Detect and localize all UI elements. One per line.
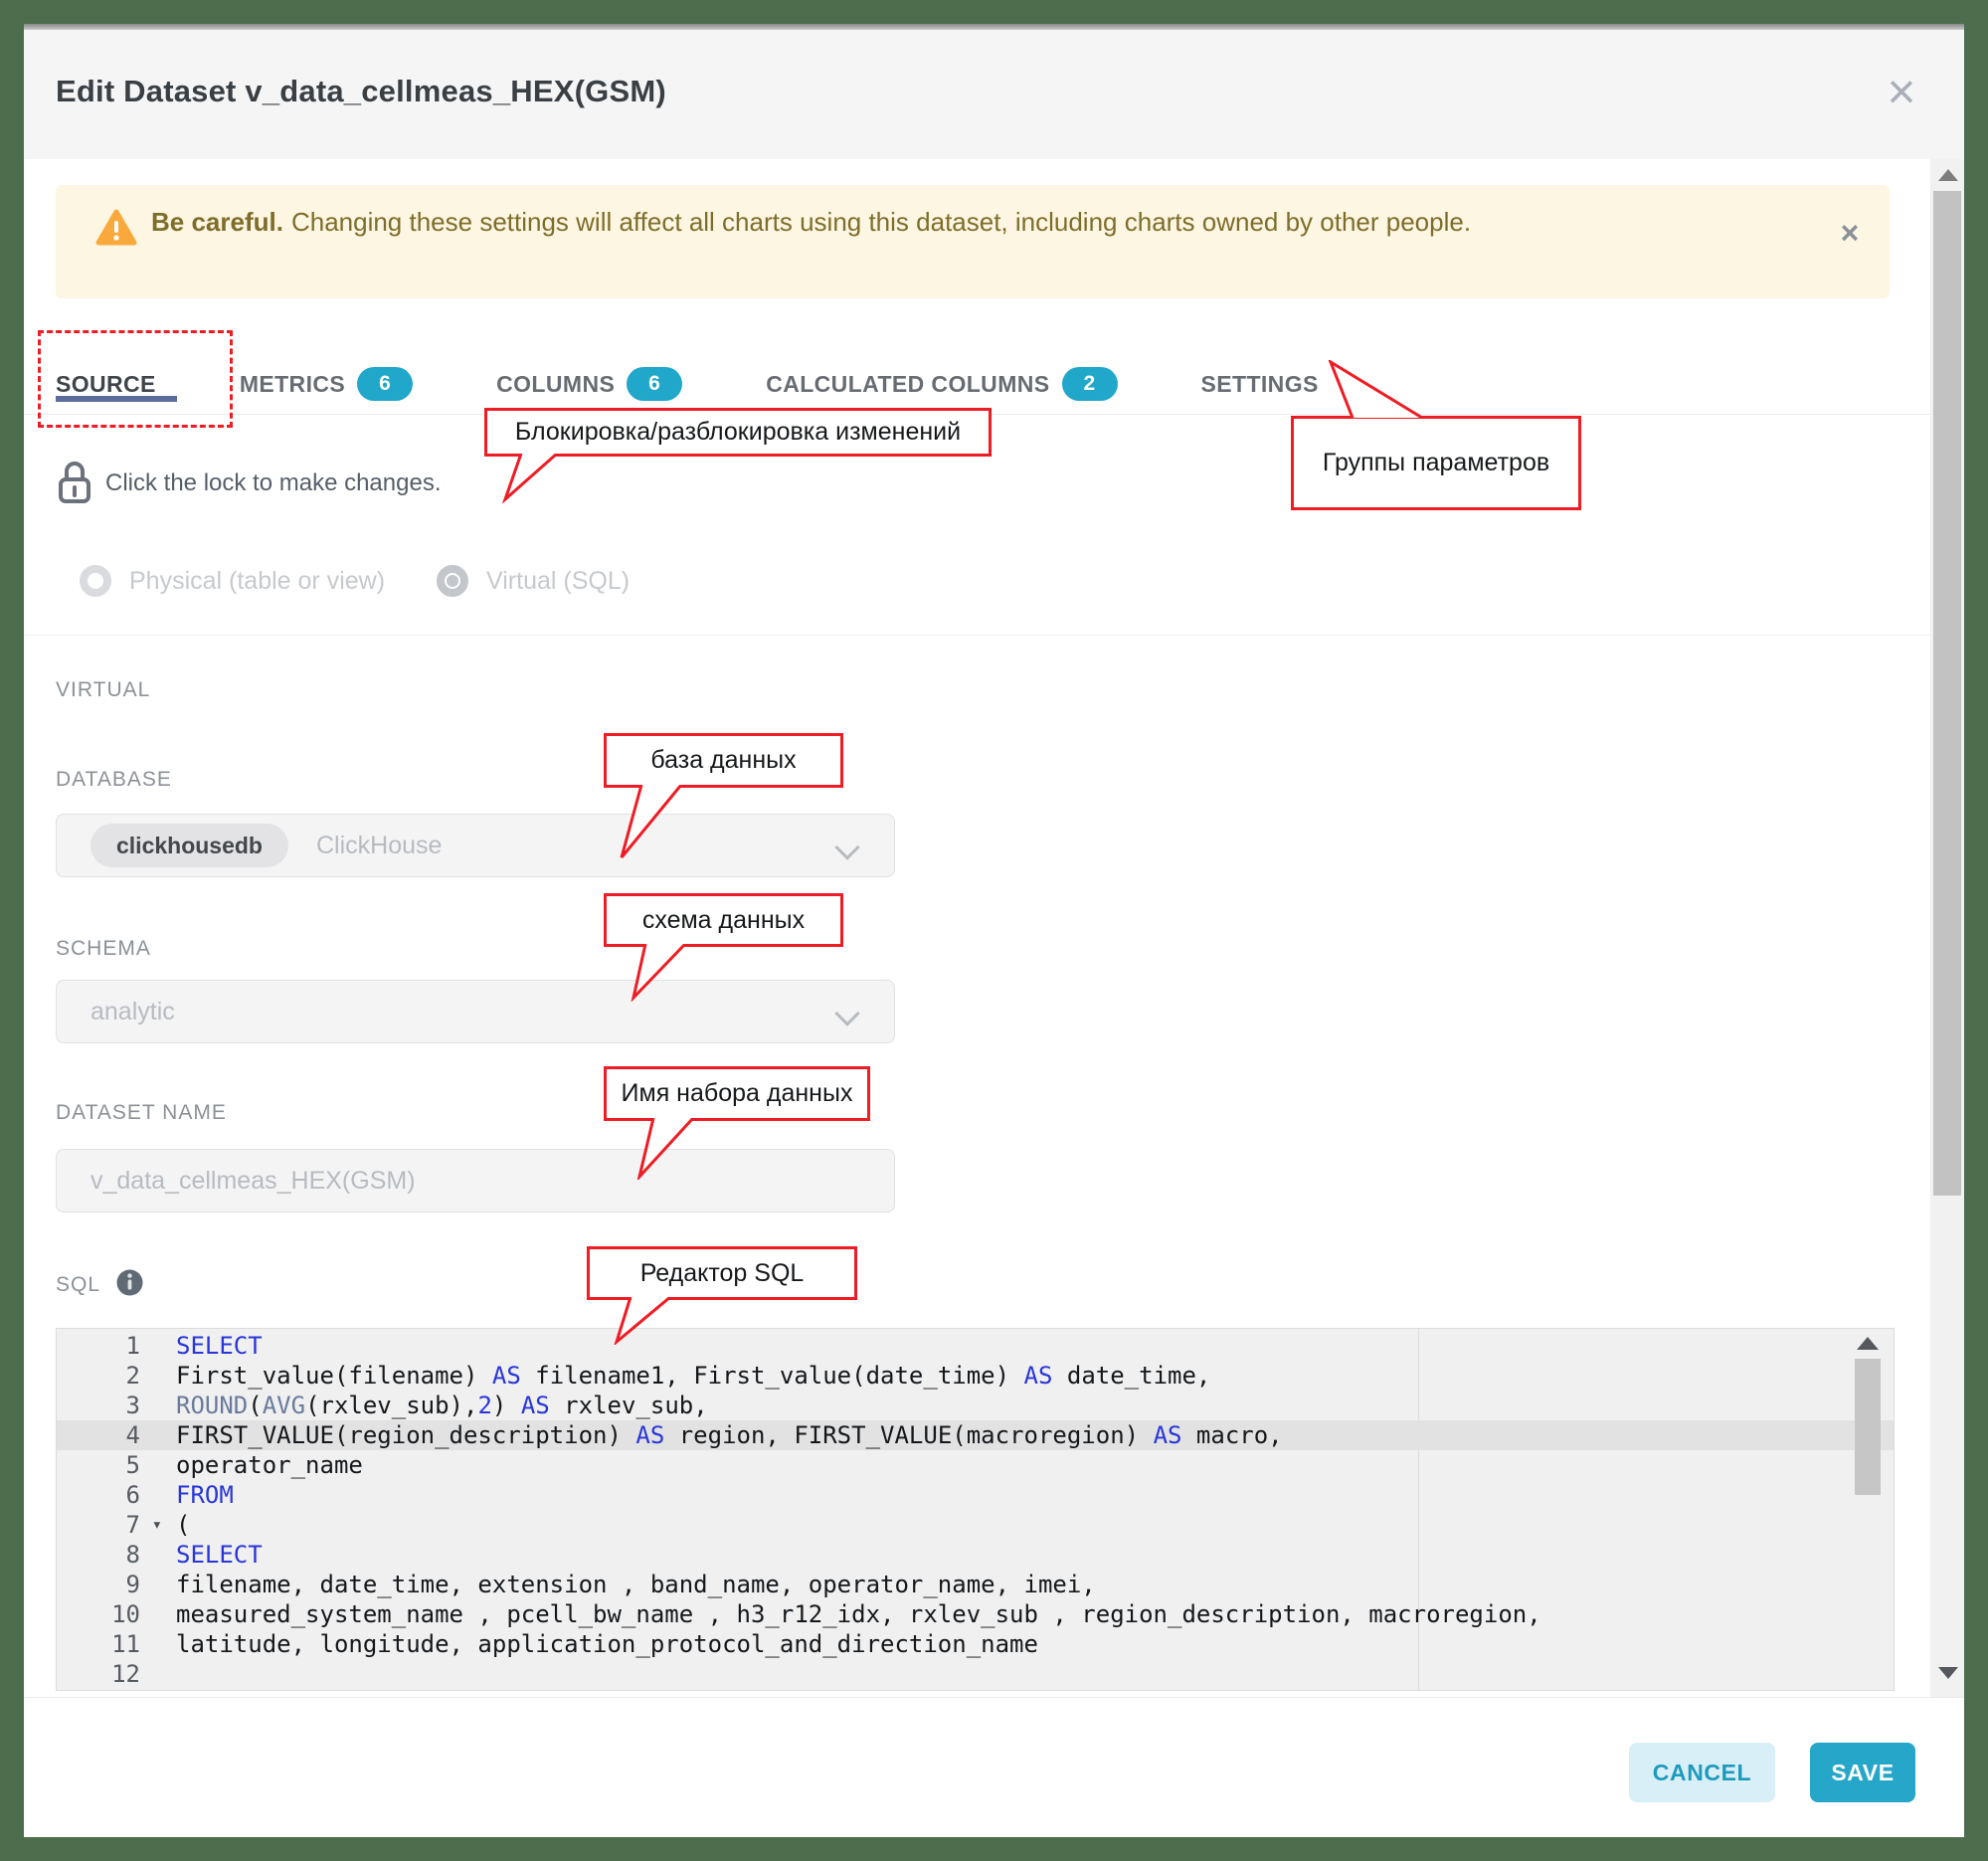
warning-text-bold: Be careful. (151, 207, 283, 237)
sql-line: 4FIRST_VALUE(region_description) AS regi… (57, 1420, 1894, 1450)
sql-line: 11latitude, longitude, application_proto… (57, 1629, 1894, 1659)
sql-label-row: SQL (56, 1269, 143, 1301)
sql-line: 12 (57, 1659, 1894, 1689)
sql-line: 9filename, date_time, extension , band_n… (57, 1570, 1894, 1599)
chevron-down-icon (834, 835, 859, 859)
annotation-database-tail (616, 785, 690, 862)
screenshot-canvas: Edit Dataset v_data_cellmeas_HEX(GSM) × … (0, 0, 1988, 1861)
sql-label: SQL (56, 1273, 100, 1297)
annotation-dataset-name-tail (632, 1118, 701, 1180)
warning-text-body: Changing these settings will affect all … (291, 207, 1471, 237)
sql-code: 1SELECT2First_value(filename) AS filenam… (57, 1331, 1894, 1689)
schema-label: SCHEMA (56, 937, 151, 961)
sql-line: 6FROM (57, 1480, 1894, 1510)
annotation-settings: Группы параметров (1291, 416, 1581, 510)
sql-line: 2First_value(filename) AS filename1, Fir… (57, 1361, 1894, 1391)
annotation-lock: Блокировка/разблокировка изменений (484, 408, 992, 457)
sql-line: 3ROUND(AVG(rxlev_sub),2) AS rxlev_sub, (57, 1391, 1894, 1420)
radio-virtual[interactable] (437, 565, 468, 597)
sql-line: 1SELECT (57, 1331, 1894, 1361)
annotation-database: база данных (604, 733, 843, 788)
close-icon[interactable]: × (1876, 66, 1927, 117)
schema-value: analytic (90, 998, 175, 1026)
database-pill: clickhousedb (90, 824, 288, 867)
schema-select[interactable]: analytic (56, 980, 895, 1043)
sql-editor[interactable]: 1SELECT2First_value(filename) AS filenam… (56, 1328, 1895, 1691)
dataset-type-radios: Physical (table or view) Virtual (SQL) (80, 561, 681, 601)
tab-bar: SOURCE METRICS6 COLUMNS6 CALCULATED COLU… (56, 354, 1319, 414)
annotation-schema: схема данных (604, 893, 843, 947)
annotation-dataset-name: Имя набора данных (604, 1066, 870, 1121)
annotation-schema-tail (626, 944, 695, 1002)
sql-line: 8SELECT (57, 1540, 1894, 1570)
warning-text: Be careful. Changing these settings will … (151, 201, 1613, 243)
warning-close-icon[interactable]: × (1828, 211, 1872, 255)
calculated-columns-count-badge: 2 (1062, 367, 1118, 401)
dataset-name-input[interactable]: v_data_cellmeas_HEX(GSM) (56, 1149, 895, 1212)
section-divider (24, 635, 1930, 636)
radio-virtual-label: Virtual (SQL) (486, 567, 630, 596)
tab-calculated-columns[interactable]: CALCULATED COLUMNS2 (766, 367, 1117, 401)
tab-metrics[interactable]: METRICS6 (240, 367, 413, 401)
annotation-sql-tail (609, 1297, 678, 1345)
radio-physical[interactable] (80, 565, 111, 597)
database-select[interactable]: clickhousedb ClickHouse (56, 814, 895, 877)
lock-hint-text: Click the lock to make changes. (105, 469, 442, 497)
lock-icon[interactable] (58, 458, 91, 510)
sql-line: 10measured_system_name , pcell_bw_name ,… (57, 1599, 1894, 1629)
warning-triangle-icon (95, 209, 137, 252)
chevron-down-icon (834, 1001, 859, 1025)
lock-row: Click the lock to make changes. (58, 458, 442, 509)
database-value: ClickHouse (316, 832, 442, 860)
sql-line: 7▾( (57, 1510, 1894, 1540)
info-icon (116, 1269, 143, 1301)
save-button[interactable]: SAVE (1810, 1743, 1915, 1802)
annotation-settings-tail (1317, 360, 1436, 420)
warning-banner: Be careful. Changing these settings will … (56, 185, 1890, 298)
columns-count-badge: 6 (627, 367, 682, 401)
database-label: DATABASE (56, 768, 172, 792)
modal-title: Edit Dataset v_data_cellmeas_HEX(GSM) (56, 24, 666, 159)
cancel-button[interactable]: CANCEL (1629, 1743, 1775, 1802)
edit-dataset-modal: Edit Dataset v_data_cellmeas_HEX(GSM) × … (24, 24, 1964, 1837)
tab-columns[interactable]: COLUMNS6 (496, 367, 682, 401)
fold-caret-icon[interactable]: ▾ (152, 1510, 162, 1540)
footer-divider (24, 1697, 1964, 1698)
tab-settings[interactable]: SETTINGS (1201, 371, 1319, 398)
sql-line: 5operator_name (57, 1450, 1894, 1480)
editor-scrollbar-thumb[interactable] (1855, 1359, 1881, 1495)
annotation-sql: Редактор SQL (587, 1246, 857, 1300)
scroll-down-icon[interactable] (1938, 1667, 1958, 1679)
dataset-name-value: v_data_cellmeas_HEX(GSM) (90, 1167, 416, 1196)
scroll-up-icon[interactable] (1938, 169, 1958, 181)
metrics-count-badge: 6 (357, 367, 413, 401)
virtual-section-label: VIRTUAL (56, 678, 150, 702)
source-tab-highlight-annotation (38, 330, 233, 428)
modal-scrollbar-thumb[interactable] (1933, 191, 1961, 1196)
annotation-lock-tail (499, 454, 569, 503)
editor-scroll-up-icon[interactable] (1857, 1337, 1879, 1350)
dataset-name-label: DATASET NAME (56, 1101, 227, 1125)
radio-physical-label: Physical (table or view) (129, 567, 385, 596)
